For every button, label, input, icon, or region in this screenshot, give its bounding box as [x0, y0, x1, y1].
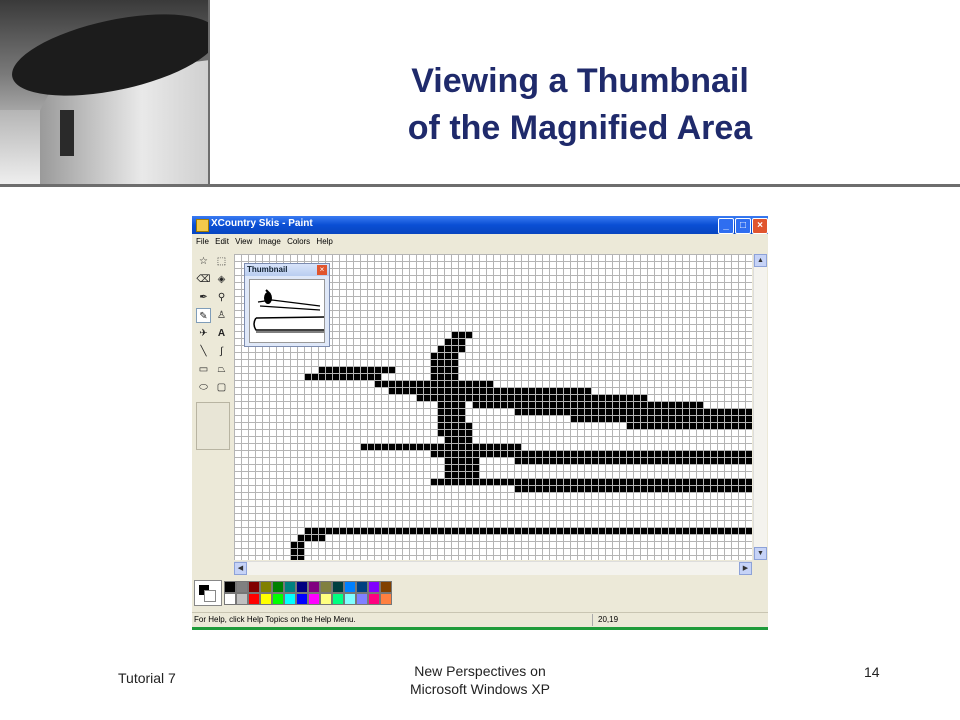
- palette-swatch[interactable]: [296, 581, 308, 593]
- palette-swatch[interactable]: [332, 581, 344, 593]
- palette-swatch[interactable]: [272, 593, 284, 605]
- thumbnail-drawing: [253, 289, 324, 333]
- brush-icon[interactable]: ♙: [214, 308, 229, 323]
- thumbnail-title: Thumbnail: [247, 265, 288, 274]
- thumbnail-close-icon[interactable]: ×: [317, 265, 327, 275]
- palette-swatch[interactable]: [248, 593, 260, 605]
- palette-swatch[interactable]: [320, 581, 332, 593]
- menu-edit[interactable]: Edit: [215, 235, 229, 249]
- free-select-icon[interactable]: ☆: [196, 254, 211, 269]
- paint-window: XCountry Skis - Paint _ □ × File Edit Vi…: [192, 216, 768, 630]
- line-icon[interactable]: ╲: [196, 344, 211, 359]
- background-color: [204, 590, 216, 602]
- ellipse-icon[interactable]: ⬭: [196, 380, 211, 395]
- palette-swatch[interactable]: [236, 593, 248, 605]
- magnifier-icon[interactable]: ⚲: [214, 290, 229, 305]
- footer-course-line2: Microsoft Windows XP: [409, 681, 551, 697]
- curve-icon[interactable]: ∫: [214, 344, 229, 359]
- rect-select-icon[interactable]: ⬚: [214, 254, 229, 269]
- palette-swatch[interactable]: [260, 581, 272, 593]
- palette-swatch[interactable]: [380, 581, 392, 593]
- palette-swatch[interactable]: [224, 581, 236, 593]
- header-divider: [208, 0, 210, 186]
- page-number: 14: [864, 664, 880, 680]
- palette-swatch[interactable]: [332, 593, 344, 605]
- palette-swatch[interactable]: [356, 581, 368, 593]
- palette-swatch[interactable]: [284, 593, 296, 605]
- scroll-right-icon[interactable]: ▶: [739, 562, 752, 575]
- palette-swatch[interactable]: [344, 593, 356, 605]
- slide-title: Viewing a Thumbnail of the Magnified Are…: [330, 58, 830, 152]
- color-palette: [194, 580, 394, 606]
- thumbnail-window[interactable]: Thumbnail ×: [244, 263, 330, 347]
- window-titlebar[interactable]: XCountry Skis - Paint _ □ ×: [192, 216, 768, 234]
- fill-icon[interactable]: ◈: [214, 272, 229, 287]
- rectangle-icon[interactable]: ▭: [196, 362, 211, 377]
- slide-title-line1: Viewing a Thumbnail: [411, 62, 749, 100]
- footer-tutorial: Tutorial 7: [118, 670, 176, 686]
- palette-swatch[interactable]: [272, 581, 284, 593]
- menu-view[interactable]: View: [235, 235, 252, 249]
- maximize-button[interactable]: □: [735, 218, 751, 234]
- palette-swatch[interactable]: [284, 581, 296, 593]
- status-accent-line: [192, 627, 768, 630]
- scroll-left-icon[interactable]: ◀: [234, 562, 247, 575]
- cursor-coordinates: 20,19: [598, 615, 619, 624]
- window-title: XCountry Skis - Paint: [211, 218, 313, 229]
- palette-swatch[interactable]: [308, 581, 320, 593]
- text-tool-icon[interactable]: A: [214, 326, 229, 341]
- pencil-icon[interactable]: ✎: [196, 308, 211, 323]
- vertical-scrollbar[interactable]: ▲ ▼: [753, 254, 767, 560]
- tool-options[interactable]: [196, 402, 230, 450]
- palette-swatch[interactable]: [380, 593, 392, 605]
- palette-swatch[interactable]: [308, 593, 320, 605]
- thumbnail-image: [249, 279, 325, 343]
- status-bar: For Help, click Help Topics on the Help …: [192, 612, 768, 627]
- color-picker-icon[interactable]: ✒: [196, 290, 211, 305]
- menu-file[interactable]: File: [196, 235, 209, 249]
- paint-app-icon: [196, 219, 209, 232]
- rounded-rect-icon[interactable]: ▢: [214, 380, 229, 395]
- menu-colors[interactable]: Colors: [287, 235, 310, 249]
- palette-swatch[interactable]: [248, 581, 260, 593]
- menu-image[interactable]: Image: [259, 235, 281, 249]
- palette-swatch[interactable]: [236, 581, 248, 593]
- polygon-icon[interactable]: ⏢: [214, 362, 229, 377]
- menu-bar: File Edit View Image Colors Help: [192, 235, 768, 249]
- eraser-icon[interactable]: ⌫: [196, 272, 211, 287]
- footer-course-line1: New Perspectives on: [414, 663, 546, 679]
- status-help-text: For Help, click Help Topics on the Help …: [194, 615, 356, 624]
- scroll-down-icon[interactable]: ▼: [754, 547, 767, 560]
- slide-title-line2: of the Magnified Area: [407, 109, 753, 147]
- palette-swatch[interactable]: [368, 581, 380, 593]
- palette-swatch[interactable]: [296, 593, 308, 605]
- palette-swatch[interactable]: [356, 593, 368, 605]
- scroll-up-icon[interactable]: ▲: [754, 254, 767, 267]
- palette-swatch[interactable]: [224, 593, 236, 605]
- palette-swatch[interactable]: [344, 581, 356, 593]
- current-colors[interactable]: [194, 580, 222, 606]
- header-rule: [0, 184, 960, 187]
- footer-course: New Perspectives on Microsoft Windows XP: [380, 662, 580, 698]
- airbrush-icon[interactable]: ✈: [196, 326, 211, 341]
- close-button[interactable]: ×: [752, 218, 768, 234]
- palette-swatch[interactable]: [368, 593, 380, 605]
- palette-swatch[interactable]: [320, 593, 332, 605]
- minimize-button[interactable]: _: [718, 218, 734, 234]
- header-photo: [0, 0, 208, 186]
- palette-swatch[interactable]: [260, 593, 272, 605]
- horizontal-scrollbar[interactable]: ◀ ▶: [234, 561, 752, 575]
- menu-help[interactable]: Help: [316, 235, 332, 249]
